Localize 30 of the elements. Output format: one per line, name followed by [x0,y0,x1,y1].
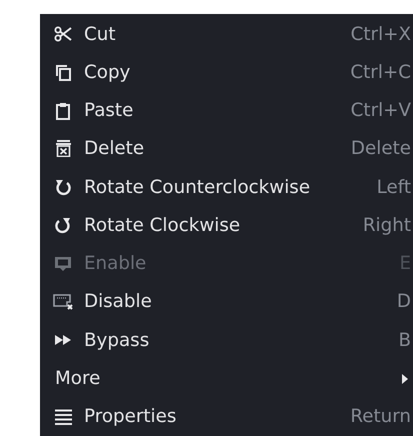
caret-icon [402,374,408,384]
scissors-icon [54,26,72,42]
shortcut-label: Ctrl+V [350,100,411,122]
shortcut-label: Left [376,176,411,198]
menu-item[interactable]: Copy [84,62,350,83]
menu-item[interactable]: Delete [84,138,351,160]
rotate-left-icon [55,178,71,196]
menu-lines-icon [54,408,72,425]
menu-item[interactable]: Bypass [84,330,398,351]
menu-item[interactable]: Disable [84,291,397,312]
monitor-off-icon [53,294,73,310]
shortcut-label: B [398,330,411,351]
monitor-icon [54,256,72,272]
shortcut-label: Ctrl+C [350,62,411,83]
menu-item[interactable]: Properties [84,406,350,428]
rotate-right-icon [55,216,71,234]
menu-item[interactable]: Rotate Counterclockwise [84,176,377,198]
submenu-item[interactable]: More [55,368,402,390]
copy-icon [55,64,71,81]
shortcut-label: Right [362,214,411,236]
fast-forward-icon [54,334,72,346]
menu-item[interactable]: Paste [84,100,351,122]
shortcut-label: D [396,291,411,312]
menu-item[interactable]: Rotate Clockwise [84,214,363,236]
shortcut-label: Return [350,406,411,428]
trash-icon [56,140,70,158]
shortcut-label: Ctrl+X [350,24,411,45]
shortcut-label: Delete [350,138,411,160]
menu-item[interactable]: Cut [84,24,351,45]
clipboard-icon [55,102,71,120]
